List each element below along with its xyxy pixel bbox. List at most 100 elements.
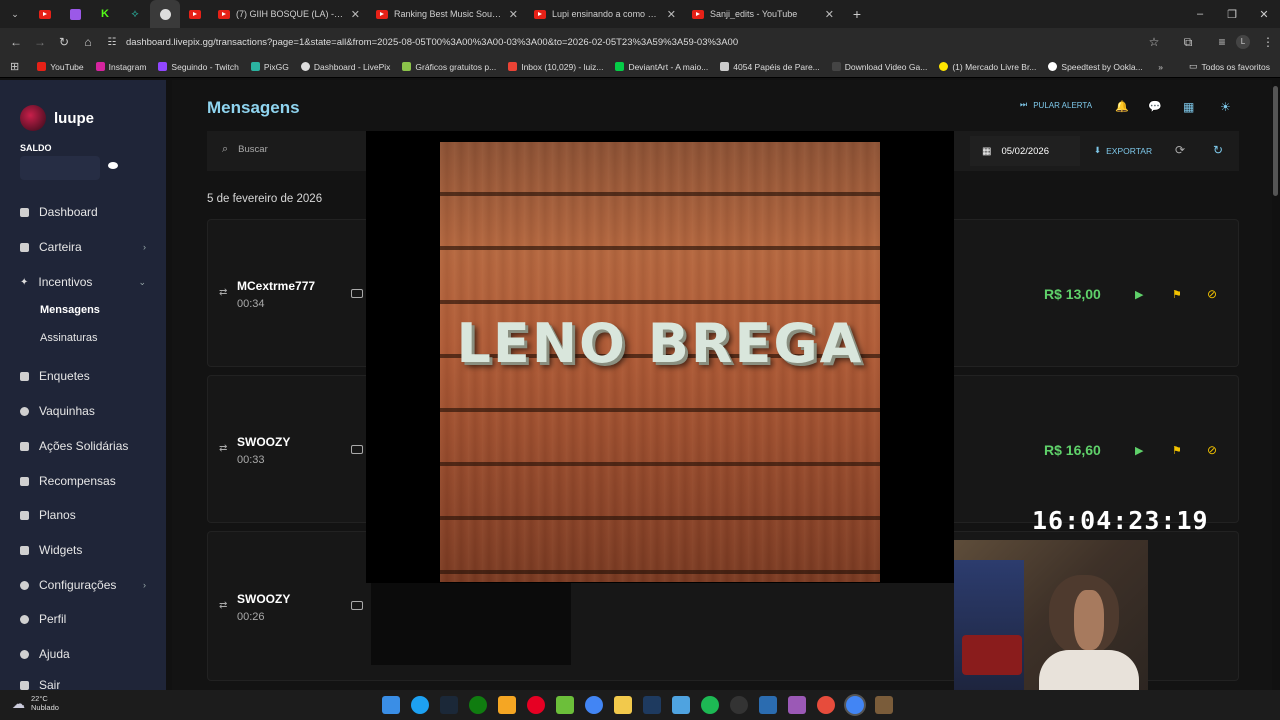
more-bookmarks-icon[interactable]: » <box>1158 62 1163 72</box>
play-icon[interactable]: ▶ <box>1135 288 1146 301</box>
bookmark-item[interactable]: Inbox (10,029) - luiz... <box>508 62 603 72</box>
b-app-icon[interactable] <box>556 696 574 714</box>
bookmark-item[interactable]: 4054 Papéis de Pare... <box>720 62 820 72</box>
url-field[interactable]: dashboard.livepix.gg/transactions?page=1… <box>126 37 1142 48</box>
date-picker[interactable]: ▦ 05/02/2026 <box>970 136 1080 166</box>
close-window-icon[interactable]: ✕ <box>1248 8 1280 21</box>
layout-icon[interactable]: ▦ <box>1183 100 1194 114</box>
restore-icon[interactable]: ❐ <box>1216 8 1248 21</box>
sidebar-item-ajuda[interactable]: Ajuda <box>20 647 70 661</box>
bookmark-item[interactable]: Gráficos gratuitos p... <box>402 62 496 72</box>
extensions-icon[interactable]: ⧉ <box>1176 35 1200 50</box>
refresh-icon[interactable]: ⟳ <box>1175 143 1185 157</box>
pinterest-icon[interactable] <box>527 696 545 714</box>
tab-3[interactable]: Sanji_edits - YouTube ✕ <box>684 0 842 28</box>
sidebar-item-incentivos[interactable]: ✦ Incentivos ⌄ <box>20 275 146 289</box>
chrome-active-icon[interactable] <box>846 696 864 714</box>
theme-sun-icon[interactable]: ☀ <box>1220 100 1231 114</box>
bookmark-item[interactable]: Instagram <box>95 62 146 72</box>
pinned-tab-kick[interactable]: K <box>90 0 120 28</box>
tab-1[interactable]: Ranking Best Music Sounds 😊 ✕ <box>368 0 526 28</box>
sidebar-subitem-assinaturas[interactable]: Assinaturas <box>40 332 97 344</box>
sidebar-item-perfil[interactable]: Perfil <box>20 612 66 626</box>
site-info-icon[interactable]: ☷ <box>100 37 124 48</box>
sidebar-item-acoes-solidarias[interactable]: Ações Solidárias <box>20 439 128 453</box>
forward-icon[interactable]: → <box>28 35 52 49</box>
flag-icon[interactable]: ⚑ <box>1172 444 1183 457</box>
minecraft-icon[interactable] <box>875 696 893 714</box>
pinned-tab-youtube-2[interactable] <box>180 0 210 28</box>
terminal-icon[interactable] <box>643 696 661 714</box>
bookmark-item[interactable]: PixGG <box>250 62 289 72</box>
minimize-icon[interactable]: – <box>1184 8 1216 20</box>
pinned-tab-pixgg[interactable]: ⟡ <box>120 0 150 28</box>
chat-icon[interactable]: 💬 <box>1148 100 1162 113</box>
sidebar-item-sair[interactable]: Sair <box>20 680 60 690</box>
chrome-icon[interactable] <box>585 696 603 714</box>
album-title: LENO BREGA <box>456 312 864 375</box>
notepad-icon[interactable] <box>672 696 690 714</box>
obs-icon[interactable] <box>730 696 748 714</box>
monitor-app-icon[interactable] <box>759 696 777 714</box>
windows-start-icon[interactable] <box>382 696 400 714</box>
pinned-tab-livepix-active[interactable] <box>150 0 180 28</box>
media-icon[interactable]: ≡ <box>1210 35 1234 49</box>
launcher-icon[interactable] <box>498 696 516 714</box>
sidebar-item-planos[interactable]: Planos <box>20 508 76 522</box>
sidebar-item-recompensas[interactable]: Recompensas <box>20 474 116 488</box>
close-icon[interactable]: ✕ <box>351 8 360 21</box>
sidebar-item-configuracoes[interactable]: Configurações › <box>20 578 146 592</box>
pinned-tab-youtube[interactable] <box>30 0 60 28</box>
xbox-icon[interactable] <box>469 696 487 714</box>
weather-widget[interactable]: ☁ 22°C Nublado <box>12 694 59 712</box>
game-app-icon[interactable] <box>788 696 806 714</box>
edge-icon[interactable] <box>411 696 429 714</box>
close-icon[interactable]: ✕ <box>509 8 518 21</box>
tab-2[interactable]: Lupi ensinando a como ganhar ✕ <box>526 0 684 28</box>
bookmark-item[interactable]: Speedtest by Ookla... <box>1048 62 1143 72</box>
bookmark-item[interactable]: Seguindo - Twitch <box>158 62 239 72</box>
notifications-icon[interactable]: 🔔 <box>1115 100 1129 113</box>
sidebar-item-enquetes[interactable]: Enquetes <box>20 369 90 383</box>
profile-avatar-icon[interactable]: L <box>1236 35 1250 49</box>
color-app-icon[interactable] <box>817 696 835 714</box>
sidebar-item-vaquinhas[interactable]: Vaquinhas <box>20 404 95 418</box>
all-favorites[interactable]: ▭ Todos os favoritos <box>1189 61 1270 72</box>
sidebar-item-carteira[interactable]: Carteira › <box>20 240 146 254</box>
block-icon[interactable]: ⊘ <box>1207 443 1218 457</box>
block-icon[interactable]: ⊘ <box>1207 287 1218 301</box>
sidebar-item-widgets[interactable]: Widgets <box>20 543 82 557</box>
bookmark-item[interactable]: YouTube <box>37 62 84 72</box>
spotify-icon[interactable] <box>701 696 719 714</box>
brand[interactable]: luupe <box>20 105 94 131</box>
export-button[interactable]: ⬇ EXPORTAR <box>1094 145 1152 156</box>
home-icon[interactable]: ⌂ <box>76 35 100 49</box>
steam-icon[interactable] <box>440 696 458 714</box>
tab-0[interactable]: (7) GIIH BOSQUE (LA) - YouTub ✕ <box>210 0 368 28</box>
close-icon[interactable]: ✕ <box>825 8 834 21</box>
flag-icon[interactable]: ⚑ <box>1172 288 1183 301</box>
new-tab-button[interactable]: + <box>842 0 872 28</box>
play-icon[interactable]: ▶ <box>1135 444 1146 457</box>
bookmark-item[interactable]: DeviantArt - A maio... <box>615 62 708 72</box>
close-icon[interactable]: ✕ <box>667 8 676 21</box>
reload-list-icon[interactable]: ↻ <box>1213 143 1223 157</box>
bookmark-star-icon[interactable]: ☆ <box>1142 35 1166 49</box>
chevron-down-icon: ⌄ <box>11 8 19 19</box>
pinned-tab-purple[interactable] <box>60 0 90 28</box>
apps-grid-icon[interactable]: ⊞ <box>10 60 19 73</box>
bookmark-item[interactable]: Dashboard - LivePix <box>300 62 390 72</box>
eye-icon[interactable] <box>108 162 118 169</box>
tab-list-button[interactable]: ⌄ <box>0 0 30 28</box>
search-input[interactable]: ⌕ Buscar <box>222 143 268 156</box>
sidebar-subitem-mensagens[interactable]: Mensagens <box>40 304 100 316</box>
back-icon[interactable]: ← <box>4 35 28 49</box>
page-scrollbar[interactable] <box>1273 86 1278 196</box>
file-explorer-icon[interactable] <box>614 696 632 714</box>
sidebar-item-dashboard[interactable]: Dashboard <box>20 205 98 219</box>
more-menu-icon[interactable]: ⋮ <box>1256 35 1280 49</box>
skip-alert-button[interactable]: ⏭ PULAR ALERTA <box>1020 100 1092 110</box>
bookmark-item[interactable]: (1) Mercado Livre Br... <box>939 62 1036 72</box>
reload-icon[interactable]: ↻ <box>52 35 76 49</box>
bookmark-item[interactable]: Download Video Ga... <box>831 62 927 72</box>
